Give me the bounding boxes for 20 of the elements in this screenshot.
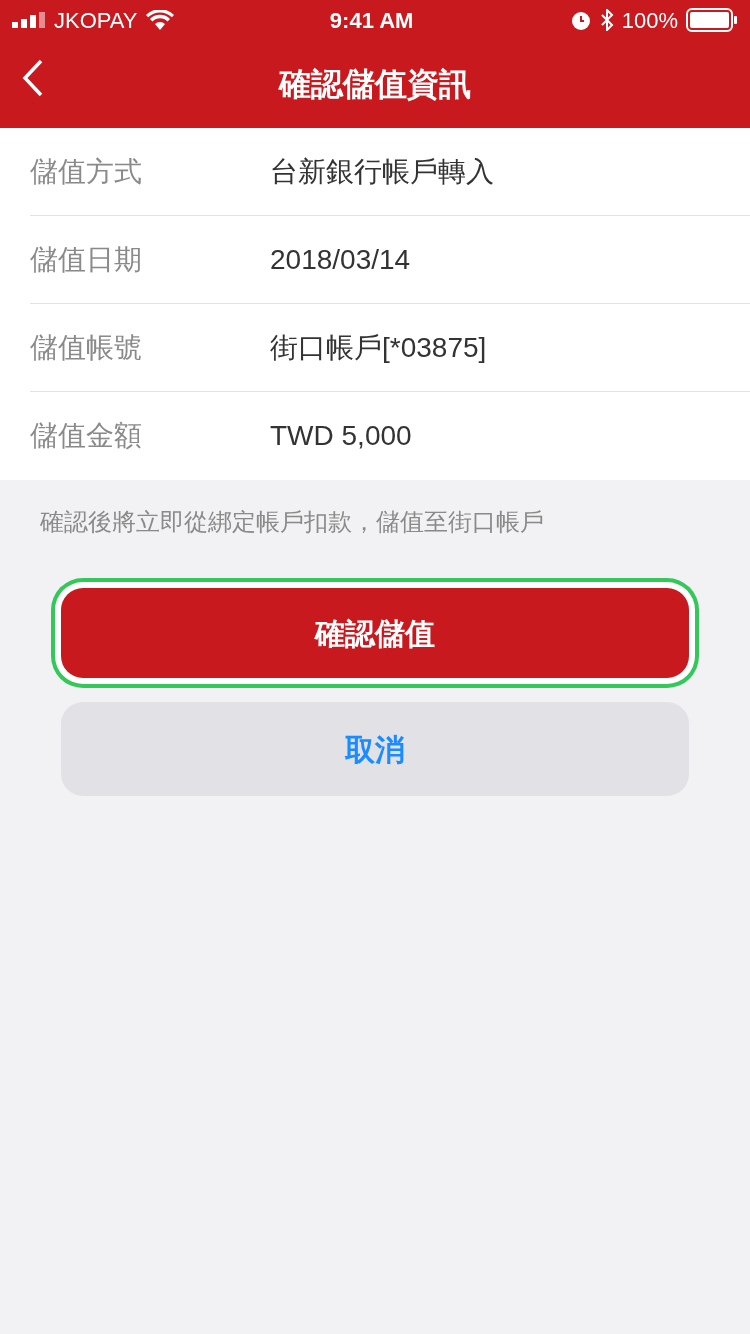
- clock-time: 9:41 AM: [329, 6, 414, 35]
- back-button[interactable]: [22, 58, 44, 98]
- notice-text: 確認後將立即從綁定帳戶扣款，儲值至街口帳戶: [39, 507, 545, 537]
- field-value: 2018/03/14: [270, 242, 411, 277]
- field-label: 儲值帳號: [30, 330, 143, 365]
- field-value: 台新銀行帳戶轉入: [270, 154, 494, 189]
- battery-percentage: 100%: [621, 6, 678, 35]
- field-label: 儲值金額: [30, 419, 143, 453]
- carrier-name: JKOPAY: [54, 6, 138, 35]
- field-value: 街口帳戶[*03875]: [270, 330, 487, 365]
- page-title: 確認儲值資訊: [279, 65, 471, 104]
- field-label: 儲值日期: [30, 242, 143, 277]
- battery-icon: [686, 8, 738, 32]
- alarm-icon: [569, 9, 592, 31]
- field-value: TWD 5,000: [270, 419, 412, 453]
- signal-icon: [12, 12, 46, 28]
- back-icon: [22, 58, 44, 98]
- wifi-icon: [145, 10, 174, 30]
- field-label: 儲值方式: [30, 154, 143, 189]
- bluetooth-icon: [599, 9, 614, 31]
